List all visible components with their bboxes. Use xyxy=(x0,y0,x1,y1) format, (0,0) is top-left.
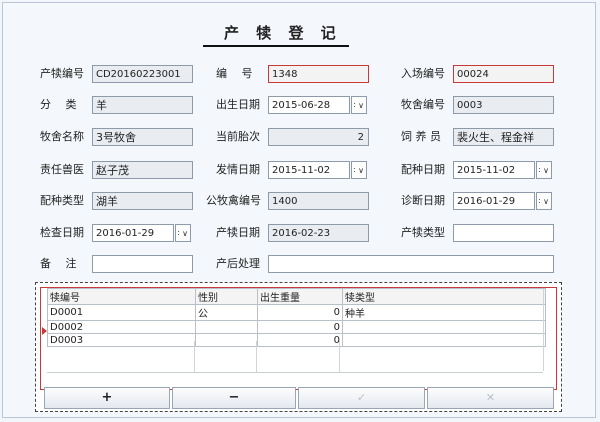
pen-name-label: 牧舍名称 xyxy=(40,130,84,143)
cell-birth-weight[interactable]: 0 xyxy=(257,320,343,334)
cell-sex[interactable] xyxy=(195,333,258,347)
current-parity-label: 当前胎次 xyxy=(216,130,260,143)
cell-calf-type[interactable] xyxy=(342,333,546,347)
postpartum-label: 产后处理 xyxy=(216,257,260,270)
birth-date-label: 出生日期 xyxy=(216,98,260,111)
estrus-date-dropdown[interactable]: : ∨ xyxy=(351,161,367,179)
calf-birth-no-label: 产犊编号 xyxy=(40,67,84,80)
remove-row-button[interactable]: − xyxy=(172,387,296,409)
current-row-indicator-icon xyxy=(42,327,47,335)
col-header-birth-weight[interactable]: 出生重量 xyxy=(257,288,343,305)
sire-no-field[interactable]: 1400 xyxy=(268,192,369,210)
category-label: 分 类 xyxy=(40,98,77,111)
pen-no-label: 牧舍编号 xyxy=(401,98,445,111)
vet-field[interactable]: 赵子茂 xyxy=(92,161,193,179)
chevron-down-icon: ∨ xyxy=(358,101,364,110)
col-header-calf-no[interactable]: 犊编号 xyxy=(47,288,196,305)
breeding-type-field[interactable]: 湖羊 xyxy=(92,192,193,210)
grid-bottom-line xyxy=(47,372,543,373)
table-row[interactable]: D0003 0 xyxy=(47,333,546,347)
grid-divider xyxy=(339,341,340,373)
pen-name-field[interactable]: 3号牧舍 xyxy=(92,128,193,146)
number-label: 编 号 xyxy=(216,67,253,80)
grid-header-row: 犊编号 性别 出生重量 犊类型 xyxy=(47,288,546,305)
grid-scrollbar-edge[interactable] xyxy=(543,289,544,371)
calving-date-label: 产犊日期 xyxy=(216,226,260,239)
calving-date-field[interactable]: 2016-02-23 xyxy=(268,224,369,242)
form-title: 产 犊 登 记 xyxy=(224,24,342,42)
number-field[interactable]: 1348 xyxy=(268,65,369,83)
estrus-date-label: 发情日期 xyxy=(216,163,260,176)
cell-birth-weight[interactable]: 0 xyxy=(257,304,343,321)
breeding-type-label: 配种类型 xyxy=(40,194,84,207)
cell-calf-no[interactable]: D0003 xyxy=(47,333,196,347)
keeper-label: 饲 养 员 xyxy=(401,130,441,143)
breeding-date-dropdown[interactable]: : ∨ xyxy=(536,161,552,179)
calendar-icon: : xyxy=(353,165,356,174)
add-row-button[interactable]: + xyxy=(44,387,170,409)
check-date-label: 检查日期 xyxy=(40,226,84,239)
confirm-button[interactable]: ✓ xyxy=(298,387,425,409)
remarks-label: 备 注 xyxy=(40,257,77,270)
entry-no-field[interactable]: 00024 xyxy=(453,65,554,83)
chevron-down-icon: ∨ xyxy=(182,229,188,238)
vet-label: 责任兽医 xyxy=(40,163,84,176)
col-header-calf-type[interactable]: 犊类型 xyxy=(342,288,546,305)
calving-type-label: 产犊类型 xyxy=(401,226,445,239)
postpartum-field[interactable] xyxy=(268,255,554,273)
title-underline xyxy=(203,45,349,47)
cell-sex[interactable] xyxy=(195,320,258,334)
breeding-date-label: 配种日期 xyxy=(401,163,445,176)
current-parity-field[interactable]: 2 xyxy=(268,128,369,146)
diagnosis-date-label: 诊断日期 xyxy=(401,194,445,207)
cell-birth-weight[interactable]: 0 xyxy=(257,333,343,347)
calendar-icon: : xyxy=(177,228,180,237)
cell-calf-type[interactable] xyxy=(342,320,546,334)
cell-calf-type[interactable]: 种羊 xyxy=(342,304,546,321)
table-row[interactable]: D0002 0 xyxy=(47,320,546,334)
birth-date-dropdown[interactable]: : ∨ xyxy=(351,96,367,114)
sire-no-label: 公牧禽编号 xyxy=(206,194,261,207)
calf-birth-no-field[interactable]: CD20160223001 xyxy=(92,65,193,83)
category-field[interactable]: 羊 xyxy=(92,96,193,114)
calendar-icon: : xyxy=(353,100,356,109)
estrus-date-field[interactable]: 2015-11-02 xyxy=(268,161,350,179)
cell-calf-no[interactable]: D0001 xyxy=(47,304,196,321)
entry-no-label: 入场编号 xyxy=(401,67,445,80)
cell-sex[interactable]: 公 xyxy=(195,304,258,321)
grid-divider xyxy=(256,341,257,373)
calving-type-field[interactable] xyxy=(453,224,554,242)
calendar-icon: : xyxy=(538,165,541,174)
calendar-icon: : xyxy=(538,196,541,205)
grid-divider xyxy=(194,341,195,373)
chevron-down-icon: ∨ xyxy=(543,197,549,206)
table-row[interactable]: D0001 公 0 种羊 xyxy=(47,304,546,321)
check-date-dropdown[interactable]: : ∨ xyxy=(175,224,191,242)
pen-no-field[interactable]: 0003 xyxy=(453,96,554,114)
remarks-field[interactable] xyxy=(92,255,193,273)
check-date-field[interactable]: 2016-01-29 xyxy=(92,224,174,242)
cancel-button[interactable]: ✕ xyxy=(427,387,554,409)
diagnosis-date-field[interactable]: 2016-01-29 xyxy=(453,192,535,210)
chevron-down-icon: ∨ xyxy=(543,166,549,175)
breeding-date-field[interactable]: 2015-11-02 xyxy=(453,161,535,179)
chevron-down-icon: ∨ xyxy=(358,166,364,175)
cell-calf-no[interactable]: D0002 xyxy=(47,320,196,334)
keeper-field[interactable]: 裴火生、程金祥 xyxy=(453,128,554,146)
diagnosis-date-dropdown[interactable]: : ∨ xyxy=(536,192,552,210)
col-header-sex[interactable]: 性别 xyxy=(195,288,258,305)
calf-grid[interactable]: 犊编号 性别 出生重量 犊类型 D0001 公 0 种羊 D0002 0 D00… xyxy=(47,288,546,347)
birth-date-field[interactable]: 2015-06-28 xyxy=(268,96,350,114)
